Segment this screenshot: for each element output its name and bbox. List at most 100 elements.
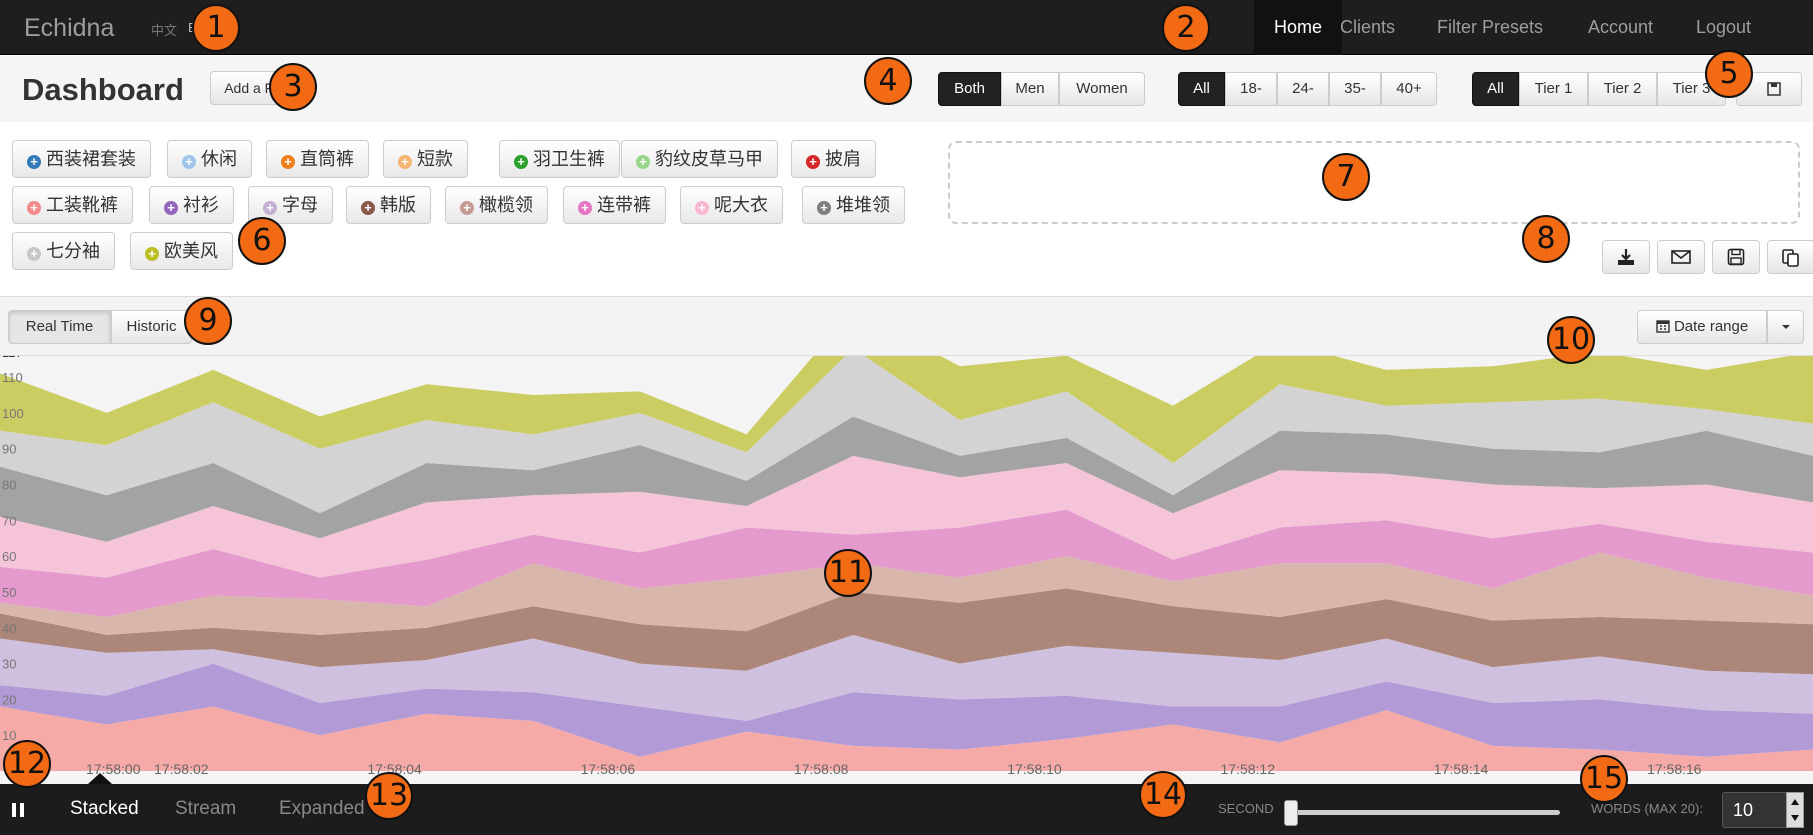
plus-circle-icon: +	[817, 201, 831, 215]
plus-circle-icon: +	[281, 155, 295, 169]
historic-button[interactable]: Historic	[111, 310, 192, 344]
y-tick-label: 70	[2, 513, 16, 528]
email-button[interactable]	[1657, 240, 1705, 274]
mode-expanded[interactable]: Expanded	[279, 798, 365, 820]
second-slider-handle[interactable]	[1284, 800, 1298, 826]
gender-both-button[interactable]: Both	[938, 72, 1001, 106]
floppy-disk-icon	[1727, 248, 1745, 266]
chart-toolbar: Real Time Historic Date range	[0, 296, 1813, 356]
plus-circle-icon: +	[514, 155, 528, 169]
words-count-input[interactable]: 10	[1722, 792, 1788, 828]
download-icon	[1618, 249, 1634, 265]
keyword-tag[interactable]: + 衬衫	[149, 186, 234, 224]
nav-logout[interactable]: Logout	[1676, 0, 1771, 55]
keyword-tag[interactable]: + 连带裤	[563, 186, 666, 224]
annotation-marker: 7	[1322, 153, 1370, 201]
y-tick-label: 50	[2, 585, 16, 600]
save-button[interactable]	[1712, 240, 1760, 274]
keyword-tag[interactable]: + 羽卫生裤	[499, 140, 620, 178]
keyword-tag-label: 短款	[417, 149, 453, 169]
date-range-button[interactable]: Date range	[1637, 310, 1767, 344]
y-tick-label: 20	[2, 692, 16, 707]
annotation-marker: 6	[238, 217, 286, 265]
keyword-tag-label: 工装靴裤	[46, 195, 118, 215]
tier-1-button[interactable]: Tier 1	[1519, 72, 1588, 106]
date-range-dropdown-toggle[interactable]	[1767, 310, 1804, 344]
age-24-button[interactable]: 24-	[1277, 72, 1329, 106]
tier-all-button[interactable]: All	[1472, 72, 1519, 106]
age-35-button[interactable]: 35-	[1329, 72, 1381, 106]
second-slider-track[interactable]	[1288, 810, 1560, 815]
keyword-tag[interactable]: + 休闲	[167, 140, 252, 178]
keyword-tag[interactable]: + 短款	[383, 140, 468, 178]
keyword-tag-label: 衬衫	[183, 195, 219, 215]
lang-zh-link[interactable]: 中文	[151, 20, 177, 39]
tier-2-button[interactable]: Tier 2	[1588, 72, 1657, 106]
annotation-marker: 12	[3, 740, 51, 788]
envelope-icon	[1671, 250, 1691, 264]
keyword-tag[interactable]: + 豹纹皮草马甲	[621, 140, 778, 178]
gender-men-button[interactable]: Men	[1001, 72, 1059, 106]
keyword-tag[interactable]: + 欧美风	[130, 232, 233, 270]
x-tick-label: 17:58:08	[794, 761, 849, 777]
plus-circle-icon: +	[182, 155, 196, 169]
x-tick-label: 17:58:02	[154, 761, 209, 777]
keyword-tag[interactable]: + 西装裙套装	[12, 140, 151, 178]
keyword-tag[interactable]: + 工装靴裤	[12, 186, 133, 224]
keyword-tag-label: 韩版	[380, 195, 416, 215]
mode-stream[interactable]: Stream	[175, 798, 236, 820]
nav-clients[interactable]: Clients	[1320, 0, 1415, 55]
plus-circle-icon: +	[361, 201, 375, 215]
keyword-tag[interactable]: + 直筒裤	[266, 140, 369, 178]
page-title: Dashboard	[22, 72, 184, 107]
keyword-tag[interactable]: + 堆堆领	[802, 186, 905, 224]
mode-stacked[interactable]: Stacked	[70, 798, 139, 820]
keyword-tag[interactable]: + 七分袖	[12, 232, 115, 270]
keyword-tag-label: 豹纹皮草马甲	[655, 149, 763, 169]
caret-down-icon	[1781, 325, 1790, 329]
keyword-tag-label: 欧美风	[164, 241, 218, 261]
keyword-tag-label: 字母	[282, 195, 318, 215]
keyword-tag[interactable]: + 呢大衣	[680, 186, 783, 224]
keyword-tag-label: 羽卫生裤	[533, 149, 605, 169]
annotation-marker: 14	[1139, 771, 1187, 819]
tag-drop-zone[interactable]	[948, 141, 1800, 224]
stacked-area-chart[interactable]: 10 20 30 40 50 60 70 80 90 100 110 117 17:58:00 17:58…	[0, 356, 1813, 784]
nav-filter-presets[interactable]: Filter Presets	[1417, 0, 1563, 55]
keyword-tag-label: 七分袖	[46, 241, 100, 261]
keyword-tag[interactable]: + 披肩	[791, 140, 876, 178]
keyword-tag-label: 休闲	[201, 149, 237, 169]
copy-button[interactable]	[1767, 240, 1813, 274]
annotation-marker: 13	[365, 772, 413, 820]
plus-circle-icon: +	[695, 201, 709, 215]
download-button[interactable]	[1602, 240, 1650, 274]
plus-circle-icon: +	[263, 201, 277, 215]
plus-circle-icon: +	[164, 201, 178, 215]
keyword-tag[interactable]: + 韩版	[346, 186, 431, 224]
age-all-button[interactable]: All	[1178, 72, 1225, 106]
realtime-button[interactable]: Real Time	[8, 310, 111, 344]
age-18-button[interactable]: 18-	[1225, 72, 1277, 106]
date-range-label: Date range	[1673, 318, 1749, 335]
plus-circle-icon: +	[806, 155, 820, 169]
chart-mode-bar: Stacked Stream Expanded SECOND WORDS (MA…	[0, 784, 1813, 835]
plus-circle-icon: +	[27, 201, 41, 215]
brand-logo[interactable]: Echidna	[24, 14, 114, 43]
pause-icon[interactable]	[10, 802, 26, 818]
nav-account[interactable]: Account	[1568, 0, 1673, 55]
y-tick-label: 10	[2, 728, 16, 743]
age-40-button[interactable]: 40+	[1381, 72, 1437, 106]
x-tick-label: 17:58:12	[1221, 761, 1276, 777]
plus-circle-icon: +	[636, 155, 650, 169]
keyword-tag[interactable]: + 橄榄领	[445, 186, 548, 224]
words-count-spinner[interactable]	[1786, 792, 1804, 828]
annotation-marker: 5	[1705, 50, 1753, 98]
gender-women-button[interactable]: Women	[1059, 72, 1145, 106]
y-tick-label: 30	[2, 657, 16, 672]
words-label: WORDS (MAX 20):	[1591, 801, 1703, 816]
keyword-tag-label: 橄榄领	[479, 195, 533, 215]
y-tick-label: 60	[2, 549, 16, 564]
chart-svg: 10 20 30 40 50 60 70 80 90 100 110 117 17:58:00 17:58…	[0, 356, 1813, 784]
x-tick-label: 17:58:16	[1647, 761, 1702, 777]
y-tick-label: 110	[2, 370, 23, 385]
